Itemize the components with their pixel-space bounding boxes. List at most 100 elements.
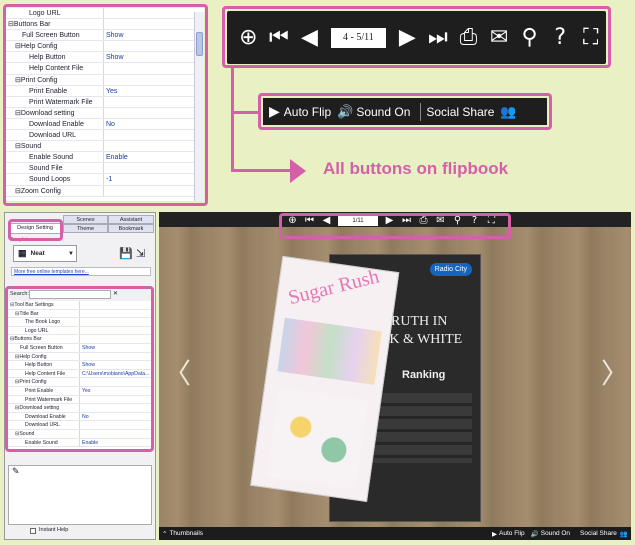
sound-on-button[interactable]: Sound On xyxy=(356,105,410,119)
first-page-icon[interactable]: ⏮ xyxy=(264,25,295,50)
property-value[interactable] xyxy=(104,97,204,107)
property-row[interactable]: ⊟Help Config xyxy=(6,41,204,53)
design-tab-frame xyxy=(8,219,63,241)
magazine-title: Sugar Rush xyxy=(286,265,382,310)
property-value[interactable]: Yes xyxy=(104,86,204,96)
prev-page-arrow[interactable]: 〈 xyxy=(163,352,191,392)
instant-help-label: Instant Help xyxy=(39,527,69,533)
help-icon[interactable]: ? xyxy=(545,25,576,50)
social-share-button[interactable]: Social Share xyxy=(580,530,617,537)
tab-assistant[interactable]: Assistant xyxy=(108,215,154,224)
property-key: ⊟Print Config xyxy=(6,74,104,85)
property-key: Full Screen Button xyxy=(6,30,104,41)
scrollbar-thumb[interactable] xyxy=(196,32,203,56)
property-value[interactable] xyxy=(104,130,204,140)
property-key: Enable Sound xyxy=(6,152,104,163)
save-icon[interactable]: 💾 xyxy=(119,247,133,260)
property-value[interactable] xyxy=(104,163,204,173)
property-row[interactable]: Print Watermark File xyxy=(6,96,204,108)
instant-help-checkbox[interactable] xyxy=(30,528,36,534)
top-property-grid: Logo URL ⊟Buttons Bar Full Screen Button Sh… xyxy=(6,8,204,201)
property-row[interactable]: Logo URL xyxy=(6,8,204,20)
search-icon[interactable]: ⚲ xyxy=(514,25,545,50)
email-icon[interactable]: ✉ xyxy=(484,25,515,50)
property-key: Download Enable xyxy=(6,118,104,130)
page-number-field[interactable]: 4 - 5/11 xyxy=(330,27,387,48)
play-icon[interactable]: ▶ xyxy=(492,530,497,538)
property-value[interactable] xyxy=(104,141,204,151)
ranking-heading: Ranking xyxy=(402,369,446,381)
property-key: Sound File xyxy=(6,163,104,174)
property-value[interactable] xyxy=(104,41,204,51)
property-value[interactable] xyxy=(104,186,204,196)
zoom-in-icon[interactable]: ⊕ xyxy=(233,25,264,50)
accessories-photo xyxy=(266,387,369,490)
property-value[interactable]: Enable xyxy=(104,152,204,162)
property-row[interactable]: Print Enable Yes xyxy=(6,85,204,97)
property-row[interactable]: Enable Sound Enable xyxy=(6,152,204,164)
property-key: Logo URL xyxy=(6,8,104,19)
property-value[interactable]: Show xyxy=(104,52,204,62)
people-icon[interactable]: 👥 xyxy=(500,104,516,120)
property-value[interactable] xyxy=(104,108,204,118)
property-row[interactable]: Sound Loops -1 xyxy=(6,174,204,186)
property-row[interactable]: Full Screen Button Show xyxy=(6,30,204,42)
chevron-down-icon[interactable]: ▼ xyxy=(68,251,74,257)
property-key: Sound Loops xyxy=(6,174,104,185)
property-key: Print Enable xyxy=(6,85,104,96)
fashion-photo xyxy=(277,317,382,385)
viewer-bottom-bar: ⌃ Thumbnails ▶ Auto Flip 🔊 Sound On Soci… xyxy=(159,527,631,540)
property-row[interactable]: Help Content File xyxy=(6,63,204,75)
callout-line xyxy=(231,68,234,172)
last-page-icon[interactable]: ⏭ xyxy=(423,25,454,50)
property-value[interactable] xyxy=(104,19,204,29)
property-row[interactable]: Help Button Show xyxy=(6,52,204,64)
viewer-toolbar-frame xyxy=(279,213,511,239)
tab-scenes[interactable]: Scenes xyxy=(63,215,108,224)
property-key: Help Content File xyxy=(6,63,104,74)
property-row[interactable]: Download Enable No xyxy=(6,118,204,131)
next-page-icon[interactable]: ▶ xyxy=(392,25,423,50)
speaker-icon[interactable]: 🔊 xyxy=(337,104,353,120)
property-key: ⊟Download setting xyxy=(6,107,104,118)
property-value[interactable]: -1 xyxy=(104,174,204,184)
top-grid-scrollbar[interactable] xyxy=(194,12,204,201)
play-icon[interactable]: ▶ xyxy=(269,103,280,120)
property-value[interactable]: No xyxy=(104,119,204,129)
auto-flip-button[interactable]: Auto Flip xyxy=(284,105,331,119)
speaker-icon[interactable]: 🔊 xyxy=(531,530,539,538)
property-value[interactable] xyxy=(104,8,204,18)
tab-theme[interactable]: Theme xyxy=(63,224,108,233)
auto-flip-button[interactable]: Auto Flip xyxy=(499,530,525,537)
thumbnails-button[interactable]: Thumbnails xyxy=(169,530,203,537)
callout-arrow xyxy=(290,159,306,183)
export-icon[interactable]: ⇲ xyxy=(136,247,145,260)
tab-bookmark[interactable]: Bookmark xyxy=(108,224,154,233)
property-row[interactable]: ⊟Buttons Bar xyxy=(6,19,204,31)
property-row[interactable]: ⊟Zoom Config xyxy=(6,185,204,197)
property-value[interactable]: Show xyxy=(104,30,204,40)
people-icon[interactable]: 👥 xyxy=(620,530,628,538)
property-row[interactable]: ⊟Sound xyxy=(6,141,204,153)
social-share-button[interactable]: Social Share xyxy=(426,105,494,119)
property-value[interactable] xyxy=(104,63,204,73)
left-grid-frame xyxy=(5,286,154,452)
more-templates-link[interactable]: More free online templates here... xyxy=(11,267,151,276)
next-page-arrow[interactable]: 〉 xyxy=(601,352,629,392)
print-icon[interactable]: ⎙ xyxy=(453,25,484,50)
property-row[interactable]: ⊟Download setting xyxy=(6,107,204,119)
property-row[interactable]: Sound File xyxy=(6,163,204,175)
template-icon: ▦ xyxy=(18,248,27,258)
expand-icon[interactable]: ⌃ xyxy=(162,530,167,538)
property-value[interactable] xyxy=(104,75,204,85)
callout-line xyxy=(231,169,291,172)
sound-on-button[interactable]: Sound On xyxy=(541,530,570,537)
prev-page-icon[interactable]: ◀ xyxy=(294,25,325,50)
property-key: Help Button xyxy=(6,52,104,63)
property-key: Download URL xyxy=(6,130,104,141)
property-row[interactable]: ⊟Print Config xyxy=(6,74,204,86)
template-selector[interactable]: ▦ Neat ▼ xyxy=(13,245,77,262)
property-row[interactable]: Download URL xyxy=(6,130,204,142)
callout-line xyxy=(231,111,261,114)
fullscreen-icon[interactable]: ⛶ xyxy=(575,25,606,50)
